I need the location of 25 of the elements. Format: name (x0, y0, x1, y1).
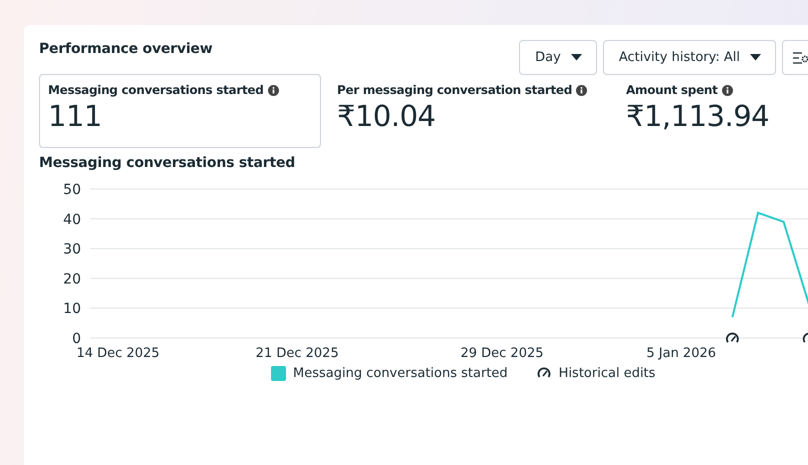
y-tick-label: 40 (63, 212, 81, 228)
metric-tile[interactable]: Messaging conversations started 111 (39, 74, 321, 148)
y-tick-label: 20 (63, 271, 81, 288)
metric-value: ₹1,113.94 (626, 99, 770, 133)
y-tick-label: 10 (63, 301, 81, 318)
y-tick-label: 0 (72, 331, 81, 347)
metric-label: Messaging conversations started (48, 83, 264, 97)
metric-value: ₹10.04 (337, 99, 436, 133)
legend-label: Historical edits (558, 366, 656, 381)
dropdown-button[interactable]: Activity history: All (602, 40, 776, 75)
metric-label: Per messaging conversation started (337, 83, 572, 97)
x-tick-label: 21 Dec 2025 (256, 346, 339, 361)
metric-tile[interactable]: Amount spent ₹1,113.94 (610, 74, 808, 148)
y-tick-label: 50 (63, 182, 81, 198)
x-tick-label: 14 Dec 2025 (76, 346, 160, 361)
x-tick-label: 5 Jan 2026 (646, 346, 716, 361)
chart-title: Messaging conversations started (39, 155, 296, 171)
y-tick-label: 30 (63, 242, 81, 258)
metric-value: 111 (48, 99, 103, 133)
legend-label: Messaging conversations started (293, 366, 508, 381)
metric-label: Amount spent (626, 83, 718, 97)
metric-tile[interactable]: Per messaging conversation started ₹10.04 (321, 74, 610, 148)
dropdown-button[interactable]: Day (519, 40, 597, 75)
x-tick-label: 29 Dec 2025 (460, 346, 544, 361)
panel-title: Performance overview (39, 41, 212, 57)
